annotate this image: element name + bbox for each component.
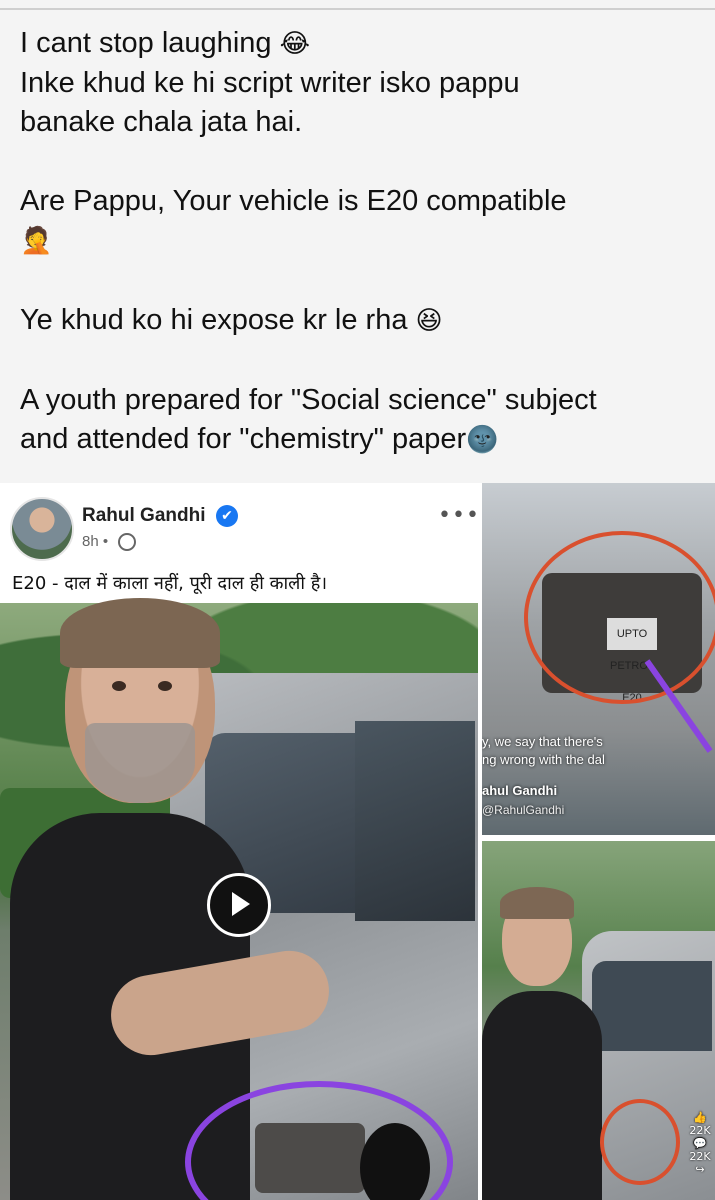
- person-shirt: [482, 991, 602, 1200]
- like-icon[interactable]: 👍: [685, 1111, 715, 1124]
- globe-icon: [118, 533, 136, 551]
- car-window: [592, 961, 712, 1051]
- avatar[interactable]: [10, 497, 74, 561]
- video-author-name: ahul Gandhi: [482, 783, 558, 798]
- closeup-image[interactable]: UPTO PETROL E20 y, we say that there's n…: [482, 483, 715, 835]
- laughing-emoji-icon: 😂: [279, 29, 310, 59]
- highlight-circle: [524, 531, 715, 704]
- facebook-post-screenshot[interactable]: Rahul Gandhi ✔ 8h • ••• E20 - दाल में का…: [0, 485, 478, 1200]
- reel-image[interactable]: 👍 22K 💬 22K ↪: [482, 841, 715, 1200]
- grin-squint-emoji-icon: 😆: [415, 306, 443, 336]
- post-time: 8h •: [82, 533, 109, 550]
- like-count: 22K: [689, 1124, 711, 1137]
- share-icon[interactable]: ↪: [685, 1163, 715, 1176]
- video-subtitle: y, we say that there's ng wrong with the…: [482, 733, 715, 769]
- post-line: Ye khud ko hi expose kr le rha: [20, 304, 408, 336]
- comment-icon[interactable]: 💬: [685, 1137, 715, 1150]
- dark-moon-emoji-icon: 🌚: [466, 425, 499, 455]
- post-line: banake chala jata hai.: [20, 106, 303, 138]
- person-hair: [60, 598, 220, 668]
- subtitle-line: y, we say that there's: [482, 734, 603, 749]
- top-divider: [0, 8, 715, 10]
- fb-post-header: Rahul Gandhi ✔ 8h • ••• E20 - दाल में का…: [0, 485, 478, 605]
- person-hair: [500, 887, 574, 919]
- post-line: I cant stop laughing: [20, 27, 272, 59]
- play-button-icon[interactable]: [207, 873, 271, 937]
- car-window-rear: [355, 721, 475, 921]
- post-line: Are Pappu, Your vehicle is E20 compatibl…: [20, 185, 567, 217]
- person-beard: [85, 723, 195, 803]
- eye: [158, 681, 172, 691]
- image-collage[interactable]: Rahul Gandhi ✔ 8h • ••• E20 - दाल में का…: [0, 483, 715, 1200]
- post-line: and attended for "chemistry" paper: [20, 423, 467, 455]
- subtitle-line: ng wrong with the dal: [482, 752, 605, 767]
- post-caption: E20 - दाल में काला नहीं, पूरी दाल ही काल…: [12, 573, 328, 594]
- highlight-circle: [600, 1099, 680, 1185]
- verified-badge-icon: ✔: [216, 505, 238, 527]
- eye: [112, 681, 126, 691]
- video-author-handle: @RahulGandhi: [482, 803, 565, 817]
- comment-count: 22K: [689, 1150, 711, 1163]
- reel-actions: 👍 22K 💬 22K ↪: [685, 1111, 715, 1176]
- post-line: Inke khud ke hi script writer isko pappu: [20, 67, 520, 99]
- more-options-icon[interactable]: •••: [438, 503, 478, 528]
- video-frame[interactable]: [0, 598, 478, 1200]
- post-text: I cant stop laughing 😂 Inke khud ke hi s…: [20, 24, 710, 460]
- facepalm-emoji-icon: 🤦: [20, 226, 53, 256]
- post-line: A youth prepared for "Social science" su…: [20, 384, 597, 416]
- author-name[interactable]: Rahul Gandhi: [82, 505, 206, 527]
